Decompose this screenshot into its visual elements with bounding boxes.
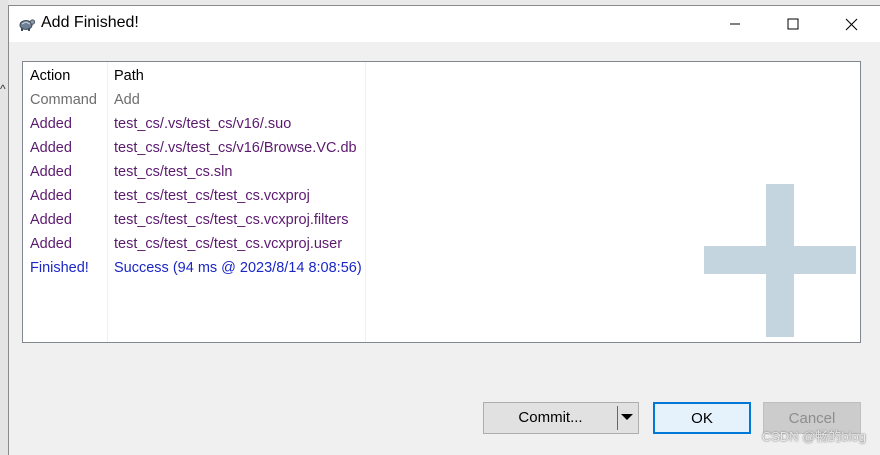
title-bar[interactable]: Add Finished! xyxy=(9,6,880,42)
close-button[interactable] xyxy=(822,6,880,42)
action-list[interactable]: Action Path Command Add Added test_cs/.v… xyxy=(22,61,861,343)
row-action: Added xyxy=(30,140,72,156)
row-path: test_cs/.vs/test_cs/v16/Browse.VC.db xyxy=(114,140,357,156)
header-path[interactable]: Path xyxy=(114,64,144,88)
row-path: Add xyxy=(114,92,140,108)
list-row[interactable]: Added test_cs/test_cs/test_cs.vcxproj xyxy=(23,184,783,208)
background-chevron-icon: ^ xyxy=(0,82,6,96)
minimize-button[interactable] xyxy=(706,6,764,42)
row-action: Added xyxy=(30,236,72,252)
ok-label: OK xyxy=(691,409,713,427)
list-row[interactable]: Added test_cs/test_cs.sln xyxy=(23,160,783,184)
list-row[interactable]: Finished! Success (94 ms @ 2023/8/14 8:0… xyxy=(23,256,783,280)
chevron-down-icon[interactable] xyxy=(621,414,633,420)
row-path: test_cs/test_cs/test_cs.vcxproj xyxy=(114,188,310,204)
close-icon xyxy=(845,18,857,30)
row-action: Added xyxy=(30,212,72,228)
cancel-label: Cancel xyxy=(788,409,836,427)
row-path: test_cs/test_cs.sln xyxy=(114,164,233,180)
list-row[interactable]: Command Add xyxy=(23,88,783,112)
row-action: Command xyxy=(30,92,97,108)
row-action: Added xyxy=(30,188,72,204)
row-path: test_cs/.vs/test_cs/v16/.suo xyxy=(114,116,292,132)
ok-button[interactable]: OK xyxy=(653,402,751,434)
row-action: Finished! xyxy=(30,260,89,276)
maximize-icon xyxy=(787,18,799,30)
add-finished-dialog: Add Finished! Action Path Command Add Ad… xyxy=(8,5,880,455)
maximize-button[interactable] xyxy=(764,6,822,42)
row-action: Added xyxy=(30,116,72,132)
header-action[interactable]: Action xyxy=(30,64,70,88)
row-path: test_cs/test_cs/test_cs.vcxproj.user xyxy=(114,236,343,252)
commit-label: Commit... xyxy=(518,409,583,426)
minimize-icon xyxy=(730,23,740,25)
list-row[interactable]: Added test_cs/test_cs/test_cs.vcxproj.us… xyxy=(23,232,783,256)
row-path: test_cs/test_cs/test_cs.vcxproj.filters xyxy=(114,212,349,228)
background-app-edge xyxy=(0,0,8,455)
commit-button[interactable]: Commit... xyxy=(483,402,639,434)
window-title: Add Finished! xyxy=(41,14,139,31)
list-row[interactable]: Added test_cs/test_cs/test_cs.vcxproj.fi… xyxy=(23,208,783,232)
list-row[interactable]: Added test_cs/.vs/test_cs/v16/.suo xyxy=(23,112,783,136)
source-credit: CSDN @畅的blog xyxy=(761,429,866,444)
list-row[interactable]: Added test_cs/.vs/test_cs/v16/Browse.VC.… xyxy=(23,136,783,160)
list-header: Action Path xyxy=(23,64,783,88)
plus-icon xyxy=(704,184,856,337)
commit-split-divider xyxy=(617,406,618,430)
row-path: Success (94 ms @ 2023/8/14 8:08:56) xyxy=(114,260,362,276)
tortoise-icon xyxy=(19,19,36,31)
row-action: Added xyxy=(30,164,72,180)
